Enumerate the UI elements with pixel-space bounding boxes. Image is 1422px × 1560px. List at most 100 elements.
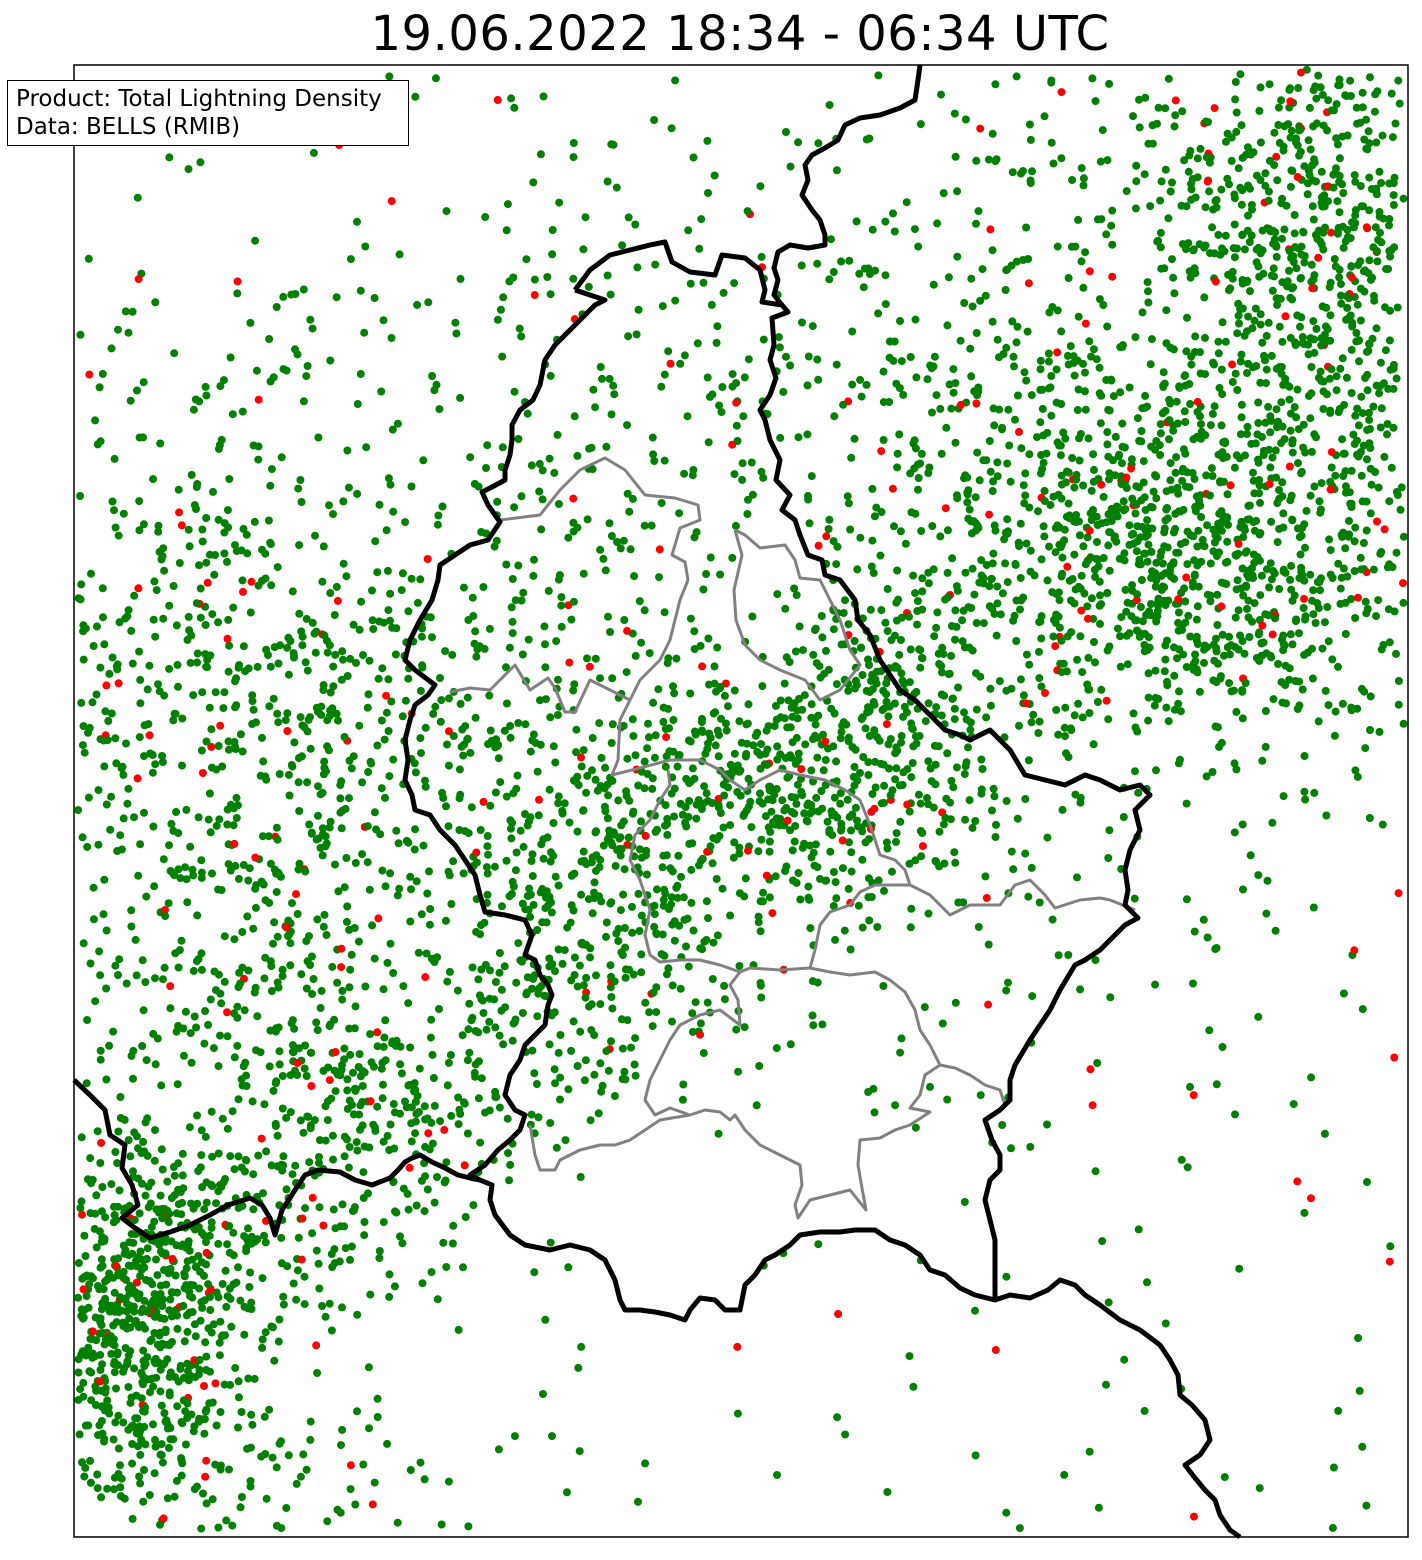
- lightning-strike-dot: [207, 763, 216, 772]
- lightning-strike-dot: [345, 794, 353, 803]
- lightning-strike-dot: [1057, 572, 1066, 581]
- lightning-strike-dot: [1242, 582, 1251, 591]
- lightning-strike-dot: [242, 1234, 251, 1243]
- lightning-strike-dot: [737, 738, 746, 747]
- lightning-strike-dot: [1245, 633, 1254, 641]
- lightning-strike-dot: [1372, 324, 1381, 333]
- lightning-strike-dot: [201, 621, 210, 629]
- lightning-strike-dot: [157, 1451, 166, 1460]
- lightning-strike-dot: [531, 738, 540, 747]
- lightning-strike-dot: [756, 789, 764, 798]
- lightning-strike-dot: [357, 597, 366, 606]
- lightning-strike-dot: [155, 547, 164, 556]
- lightning-strike-dot: [906, 353, 915, 361]
- lightning-strike-dot: [809, 650, 818, 659]
- lightning-strike-dot: [618, 951, 627, 960]
- lightning-strike-dot: [643, 744, 652, 753]
- lightning-strike-dot: [1318, 302, 1327, 311]
- lightning-strike-dot: [558, 959, 567, 968]
- lightning-strike-dot: [951, 438, 960, 447]
- lightning-strike-dot: [1362, 144, 1371, 153]
- lightning-strike-dot: [287, 761, 296, 769]
- lightning-strike-dot: [1316, 505, 1325, 514]
- lightning-strike-dot: [448, 650, 457, 659]
- lightning-strike-dot: [322, 636, 331, 645]
- lightning-strike-dot: [94, 786, 103, 795]
- lightning-strike-dot: [644, 719, 652, 728]
- lightning-strike-dot: [936, 404, 945, 413]
- lightning-strike-dot: [301, 658, 310, 667]
- lightning-strike-dot: [1132, 547, 1141, 556]
- lightning-strike-dot: [303, 1112, 312, 1121]
- lightning-strike-dot: [471, 1060, 480, 1069]
- lightning-strike-dot: [1035, 674, 1044, 683]
- lightning-strike-dot: [1237, 517, 1246, 526]
- lightning-strike-dot: [239, 861, 248, 869]
- lightning-strike-dot: [149, 1029, 158, 1038]
- lightning-strike-dot: [404, 1205, 413, 1214]
- lightning-strike-dot: [1083, 614, 1092, 623]
- lightning-strike-dot: [1095, 389, 1104, 398]
- lightning-strike-dot: [899, 768, 908, 777]
- lightning-strike-dot: [838, 836, 847, 845]
- lightning-strike-dot: [993, 599, 1002, 608]
- lightning-strike-dot: [1110, 510, 1119, 519]
- lightning-strike-dot: [83, 1175, 92, 1184]
- lightning-strike-dot: [444, 1058, 453, 1067]
- lightning-strike-dot: [748, 490, 757, 499]
- lightning-strike-dot: [411, 1097, 420, 1106]
- lightning-strike-dot: [614, 796, 623, 805]
- lightning-strike-dot: [273, 709, 282, 718]
- lightning-strike-dot: [154, 680, 162, 689]
- lightning-strike-dot: [631, 751, 640, 760]
- lightning-strike-dot: [386, 1120, 395, 1129]
- lightning-strike-dot: [1215, 383, 1224, 392]
- lightning-strike-dot: [534, 811, 543, 820]
- lightning-strike-dot: [1266, 559, 1275, 568]
- lightning-strike-dot: [102, 926, 111, 935]
- lightning-strike-dot: [697, 726, 706, 735]
- lightning-strike-dot: [947, 651, 956, 660]
- lightning-strike-dot: [611, 862, 620, 870]
- lightning-strike-dot: [1294, 84, 1303, 92]
- lightning-strike-dot: [1009, 352, 1018, 361]
- lightning-strike-dot: [210, 570, 219, 579]
- lightning-strike-dot: [196, 1316, 205, 1325]
- lightning-strike-dot: [140, 1296, 149, 1305]
- lightning-strike-dot: [448, 1239, 457, 1248]
- lightning-strike-dot: [688, 1027, 697, 1036]
- lightning-strike-dot: [305, 932, 313, 941]
- lightning-strike-dot: [580, 1076, 589, 1085]
- lightning-strike-dot: [1201, 333, 1209, 342]
- lightning-strike-dot: [186, 1292, 194, 1301]
- lightning-strike-dot: [1068, 575, 1077, 583]
- lightning-strike-dot: [1157, 177, 1166, 186]
- lightning-strike-dot: [215, 1338, 224, 1347]
- lightning-strike-dot: [1195, 687, 1204, 696]
- lightning-strike-dot: [1103, 322, 1112, 331]
- lightning-strike-dot: [790, 837, 799, 846]
- lightning-strike-dot: [1074, 699, 1083, 708]
- lightning-strike-dot: [82, 1271, 91, 1280]
- lightning-strike-dot: [1095, 601, 1104, 610]
- lightning-strike-dot: [311, 648, 320, 657]
- lightning-strike-dot: [1049, 632, 1058, 641]
- lightning-strike-dot: [182, 1281, 191, 1290]
- lightning-strike-dot: [1182, 663, 1191, 671]
- lightning-strike-dot: [496, 778, 505, 787]
- lightning-strike-dot: [1197, 513, 1206, 521]
- lightning-strike-dot: [436, 1117, 445, 1126]
- lightning-strike-dot: [702, 570, 711, 578]
- lightning-strike-dot: [724, 702, 732, 711]
- lightning-strike-dot: [1097, 480, 1106, 489]
- lightning-strike-dot: [1209, 676, 1218, 685]
- lightning-strike-dot: [807, 766, 816, 775]
- lightning-strike-dot: [533, 767, 542, 776]
- lightning-strike-dot: [1331, 471, 1340, 480]
- lightning-strike-dot: [288, 587, 297, 596]
- lightning-strike-dot: [347, 1242, 356, 1251]
- lightning-strike-dot: [659, 717, 668, 726]
- lightning-strike-dot: [111, 961, 120, 970]
- lightning-strike-dot: [877, 799, 886, 808]
- lightning-strike-dot: [1140, 493, 1149, 502]
